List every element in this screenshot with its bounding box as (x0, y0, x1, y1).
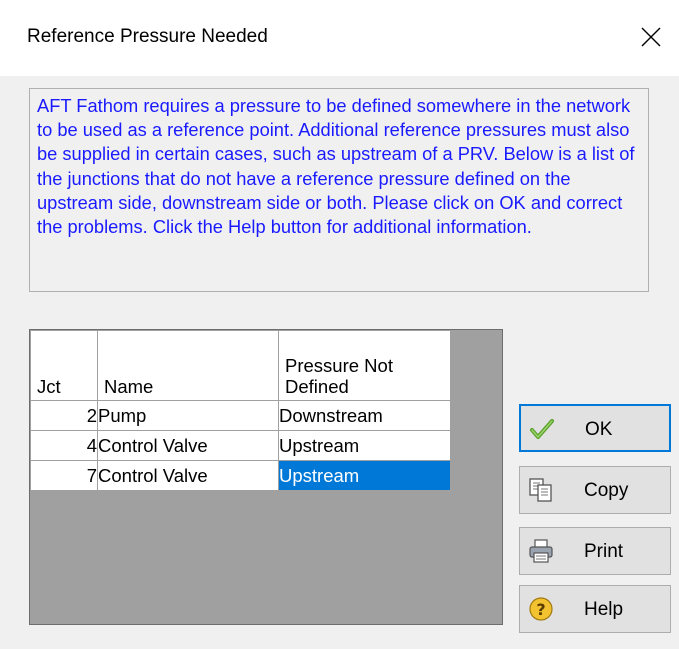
column-header-name: Name (97, 330, 279, 401)
print-button-label: Print (584, 541, 624, 562)
checkmark-icon (530, 419, 554, 439)
message-text: AFT Fathom requires a pressure to be def… (37, 95, 635, 238)
close-icon (641, 27, 661, 47)
cell-name[interactable]: Pump (97, 400, 279, 431)
copy-icon (529, 478, 552, 502)
copy-button-label: Copy (584, 480, 629, 501)
message-box: AFT Fathom requires a pressure to be def… (29, 88, 649, 292)
column-header-pressure-line2: Defined (285, 376, 349, 397)
dialog-title: Reference Pressure Needed (27, 26, 268, 47)
help-button-label: Help (584, 599, 624, 620)
cell-jct[interactable]: 4 (30, 430, 98, 461)
print-button[interactable]: Print (519, 527, 671, 575)
column-header-pressure-line1: Pressure Not (285, 355, 393, 376)
help-icon: ? (529, 597, 553, 621)
table-row[interactable]: 2 Pump Downstream (30, 400, 451, 431)
cell-pressure-selected[interactable]: Upstream (278, 460, 451, 491)
cell-jct[interactable]: 7 (30, 460, 98, 491)
junction-table[interactable]: Jct Name Pressure Not Defined 2 Pump Dow… (29, 329, 503, 625)
junction-grid: Jct Name Pressure Not Defined 2 Pump Dow… (30, 330, 451, 491)
title-bar: Reference Pressure Needed (0, 0, 679, 76)
printer-icon (529, 539, 553, 563)
table-row[interactable]: 7 Control Valve Upstream (30, 460, 451, 491)
reference-pressure-dialog: Reference Pressure Needed AFT Fathom req… (0, 0, 679, 649)
help-button[interactable]: ? Help (519, 585, 671, 633)
table-row[interactable]: 4 Control Valve Upstream (30, 430, 451, 461)
cell-pressure[interactable]: Downstream (278, 400, 451, 431)
cell-name[interactable]: Control Valve (97, 460, 279, 491)
cell-pressure[interactable]: Upstream (278, 430, 451, 461)
cell-name[interactable]: Control Valve (97, 430, 279, 461)
ok-button[interactable]: OK (519, 404, 671, 452)
table-header-row: Jct Name Pressure Not Defined (30, 330, 451, 401)
close-button[interactable] (630, 16, 672, 58)
ok-button-label: OK (585, 419, 613, 440)
copy-button[interactable]: Copy (519, 466, 671, 514)
cell-jct[interactable]: 2 (30, 400, 98, 431)
column-header-pressure: Pressure Not Defined (278, 330, 451, 401)
svg-text:?: ? (536, 600, 545, 619)
column-header-jct: Jct (30, 330, 98, 401)
